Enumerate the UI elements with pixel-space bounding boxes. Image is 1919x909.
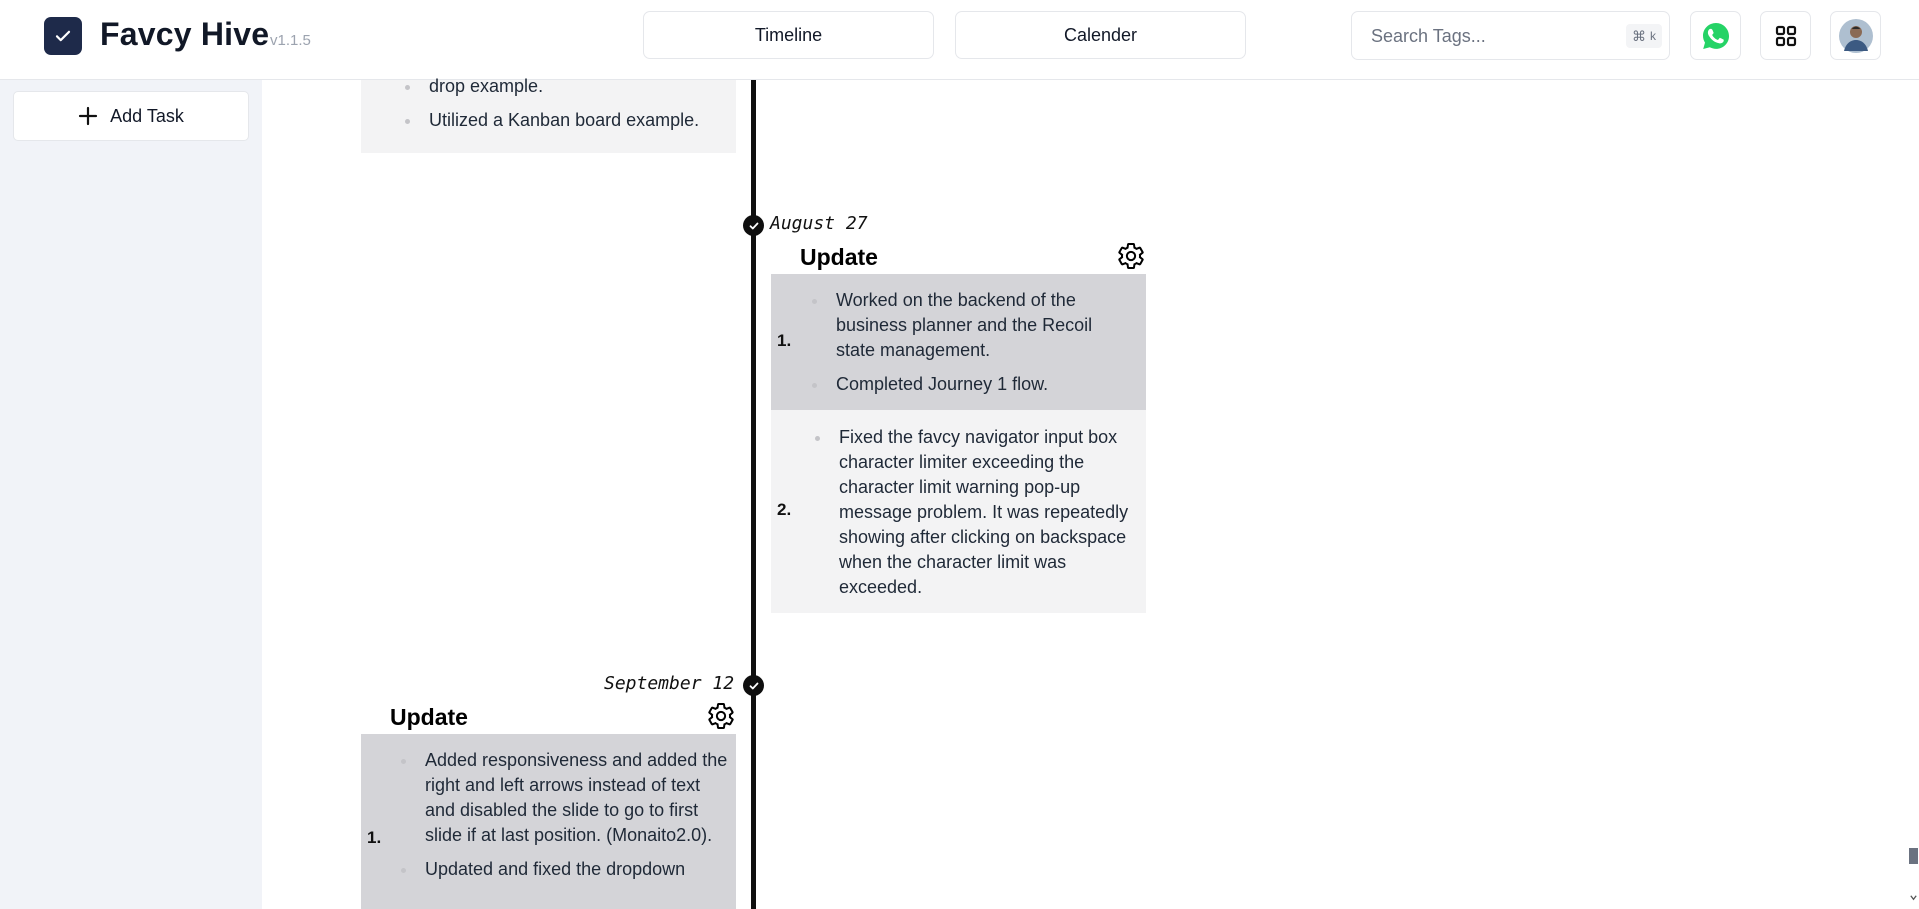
shortcut-key: k [1650,29,1656,43]
timeline-check-icon [743,675,764,696]
entry-date: September 12 [604,673,735,694]
entry-date: August 27 [770,213,868,234]
profile-button[interactable] [1830,11,1881,60]
shortcut-hint: ⌘ k [1626,24,1662,48]
entry-block: 1. Added responsiveness and added the ri… [361,734,736,909]
app-name: Favcy Hive [100,16,270,52]
list-item: Utilized a Kanban board example. [405,108,729,133]
scroll-down-icon[interactable] [1909,893,1918,902]
app-version: v1.1.5 [270,32,311,49]
bullet-list: Added responsiveness and added the right… [401,748,728,891]
entry-title: Update [800,244,878,270]
command-key-symbol: ⌘ [1632,27,1646,44]
top-header: Favcy Hive v1.1.5 Timeline Calender ⌘ k [0,0,1919,80]
scrollbar-thumb[interactable] [1909,848,1918,864]
list-item: Completed Journey 1 flow. [812,372,1136,397]
block-number: 1. [367,828,382,847]
plus-icon [79,106,98,126]
list-item: Updated and fixed the dropdown [401,857,728,882]
list-item: Added responsiveness and added the right… [401,748,728,848]
list-item: Worked on the backend of the business pl… [812,288,1136,363]
list-item: drop example. [405,74,729,99]
search-box: ⌘ k [1351,11,1670,60]
search-input[interactable] [1371,24,1601,48]
add-task-button[interactable]: Add Task [13,91,249,141]
apps-button[interactable] [1760,11,1811,60]
entry-block: 1. Worked on the backend of the business… [771,274,1146,410]
entry-block: drop example. Utilized a Kanban board ex… [361,76,736,153]
check-icon [55,30,71,42]
gear-icon[interactable] [1116,241,1146,271]
bullet-list: Fixed the favcy navigator input box char… [815,425,1139,609]
timeline-line [751,80,756,909]
block-number: 1. [777,331,792,350]
sidebar: Add Task [0,80,262,909]
entry-title: Update [390,704,468,730]
block-number: 2. [777,500,792,519]
bullet-list: Worked on the backend of the business pl… [812,288,1136,406]
entry-block: 2. Fixed the favcy navigator input box c… [771,410,1146,613]
app-logo[interactable] [44,17,82,55]
list-item: Fixed the favcy navigator input box char… [815,425,1139,600]
bullet-list: drop example. Utilized a Kanban board ex… [405,76,729,142]
gear-icon[interactable] [706,701,736,731]
avatar [1838,18,1873,53]
whatsapp-icon [1702,22,1729,49]
grid-icon [1775,25,1796,46]
whatsapp-button[interactable] [1690,11,1741,60]
tab-timeline[interactable]: Timeline [643,11,934,59]
add-task-label: Add Task [110,105,184,126]
timeline-check-icon [743,215,764,236]
tab-calender[interactable]: Calender [955,11,1246,59]
